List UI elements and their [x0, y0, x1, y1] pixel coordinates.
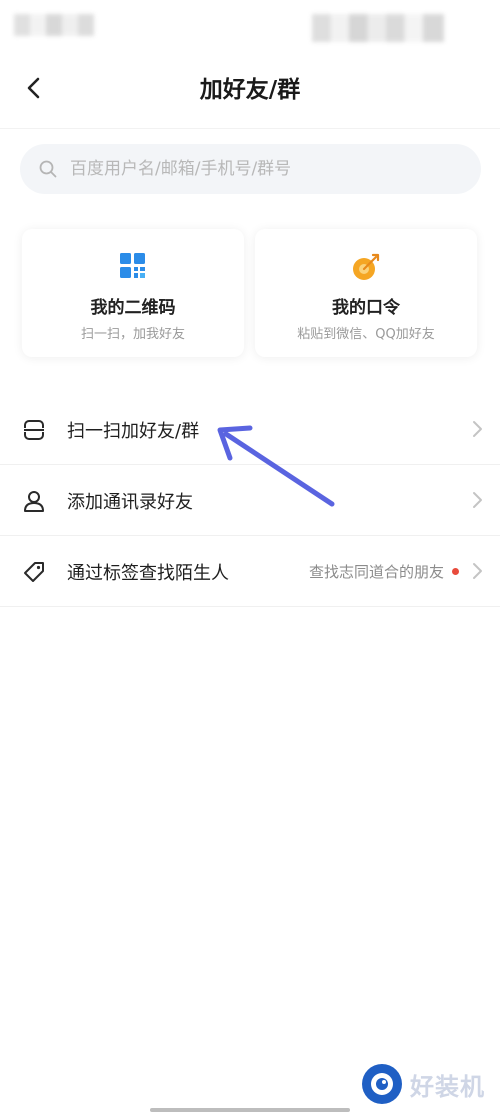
- quick-cards: 我的二维码 扫一扫，加我好友 我的口令 粘贴到微信、QQ加好友: [22, 229, 478, 357]
- card-title: 我的二维码: [90, 298, 176, 318]
- tag-icon: [22, 560, 46, 584]
- status-bar-indicators-blurred: [312, 14, 444, 42]
- my-command-card[interactable]: 我的口令 粘贴到微信、QQ加好友: [255, 229, 477, 357]
- status-bar: [0, 0, 500, 48]
- list-item-tags[interactable]: 通过标签查找陌生人 查找志同道合的朋友: [0, 536, 500, 607]
- watermark-text: 好装机: [410, 1072, 485, 1101]
- search-bar[interactable]: [20, 144, 481, 194]
- chevron-right-icon: [473, 421, 482, 437]
- search-icon: [38, 159, 58, 179]
- contact-icon: [22, 489, 46, 513]
- annotation-arrow: [217, 425, 335, 507]
- my-qr-code-card[interactable]: 我的二维码 扫一扫，加我好友: [22, 229, 244, 357]
- watermark: 好装机: [360, 1062, 495, 1106]
- scan-icon: [22, 418, 46, 442]
- list-item-label: 扫一扫加好友/群: [67, 421, 200, 442]
- chevron-right-icon: [473, 492, 482, 508]
- search-input[interactable]: [68, 158, 462, 180]
- status-bar-time-blurred: [14, 14, 94, 36]
- home-indicator: [150, 1108, 350, 1112]
- watermark-logo-icon: [362, 1064, 402, 1104]
- card-title: 我的口令: [332, 298, 400, 318]
- card-subtitle: 粘贴到微信、QQ加好友: [297, 327, 435, 342]
- qr-code-icon: [22, 253, 244, 279]
- card-subtitle: 扫一扫，加我好友: [80, 327, 185, 342]
- page-title: 加好友/群: [199, 77, 301, 103]
- list-item-label: 添加通讯录好友: [67, 492, 193, 513]
- list-item-label: 通过标签查找陌生人: [67, 563, 229, 584]
- list-item-hint: 查找志同道合的朋友: [308, 563, 444, 581]
- notification-dot: [452, 568, 459, 575]
- target-icon: [255, 253, 477, 281]
- chevron-right-icon: [473, 563, 482, 579]
- header: 加好友/群: [0, 48, 500, 129]
